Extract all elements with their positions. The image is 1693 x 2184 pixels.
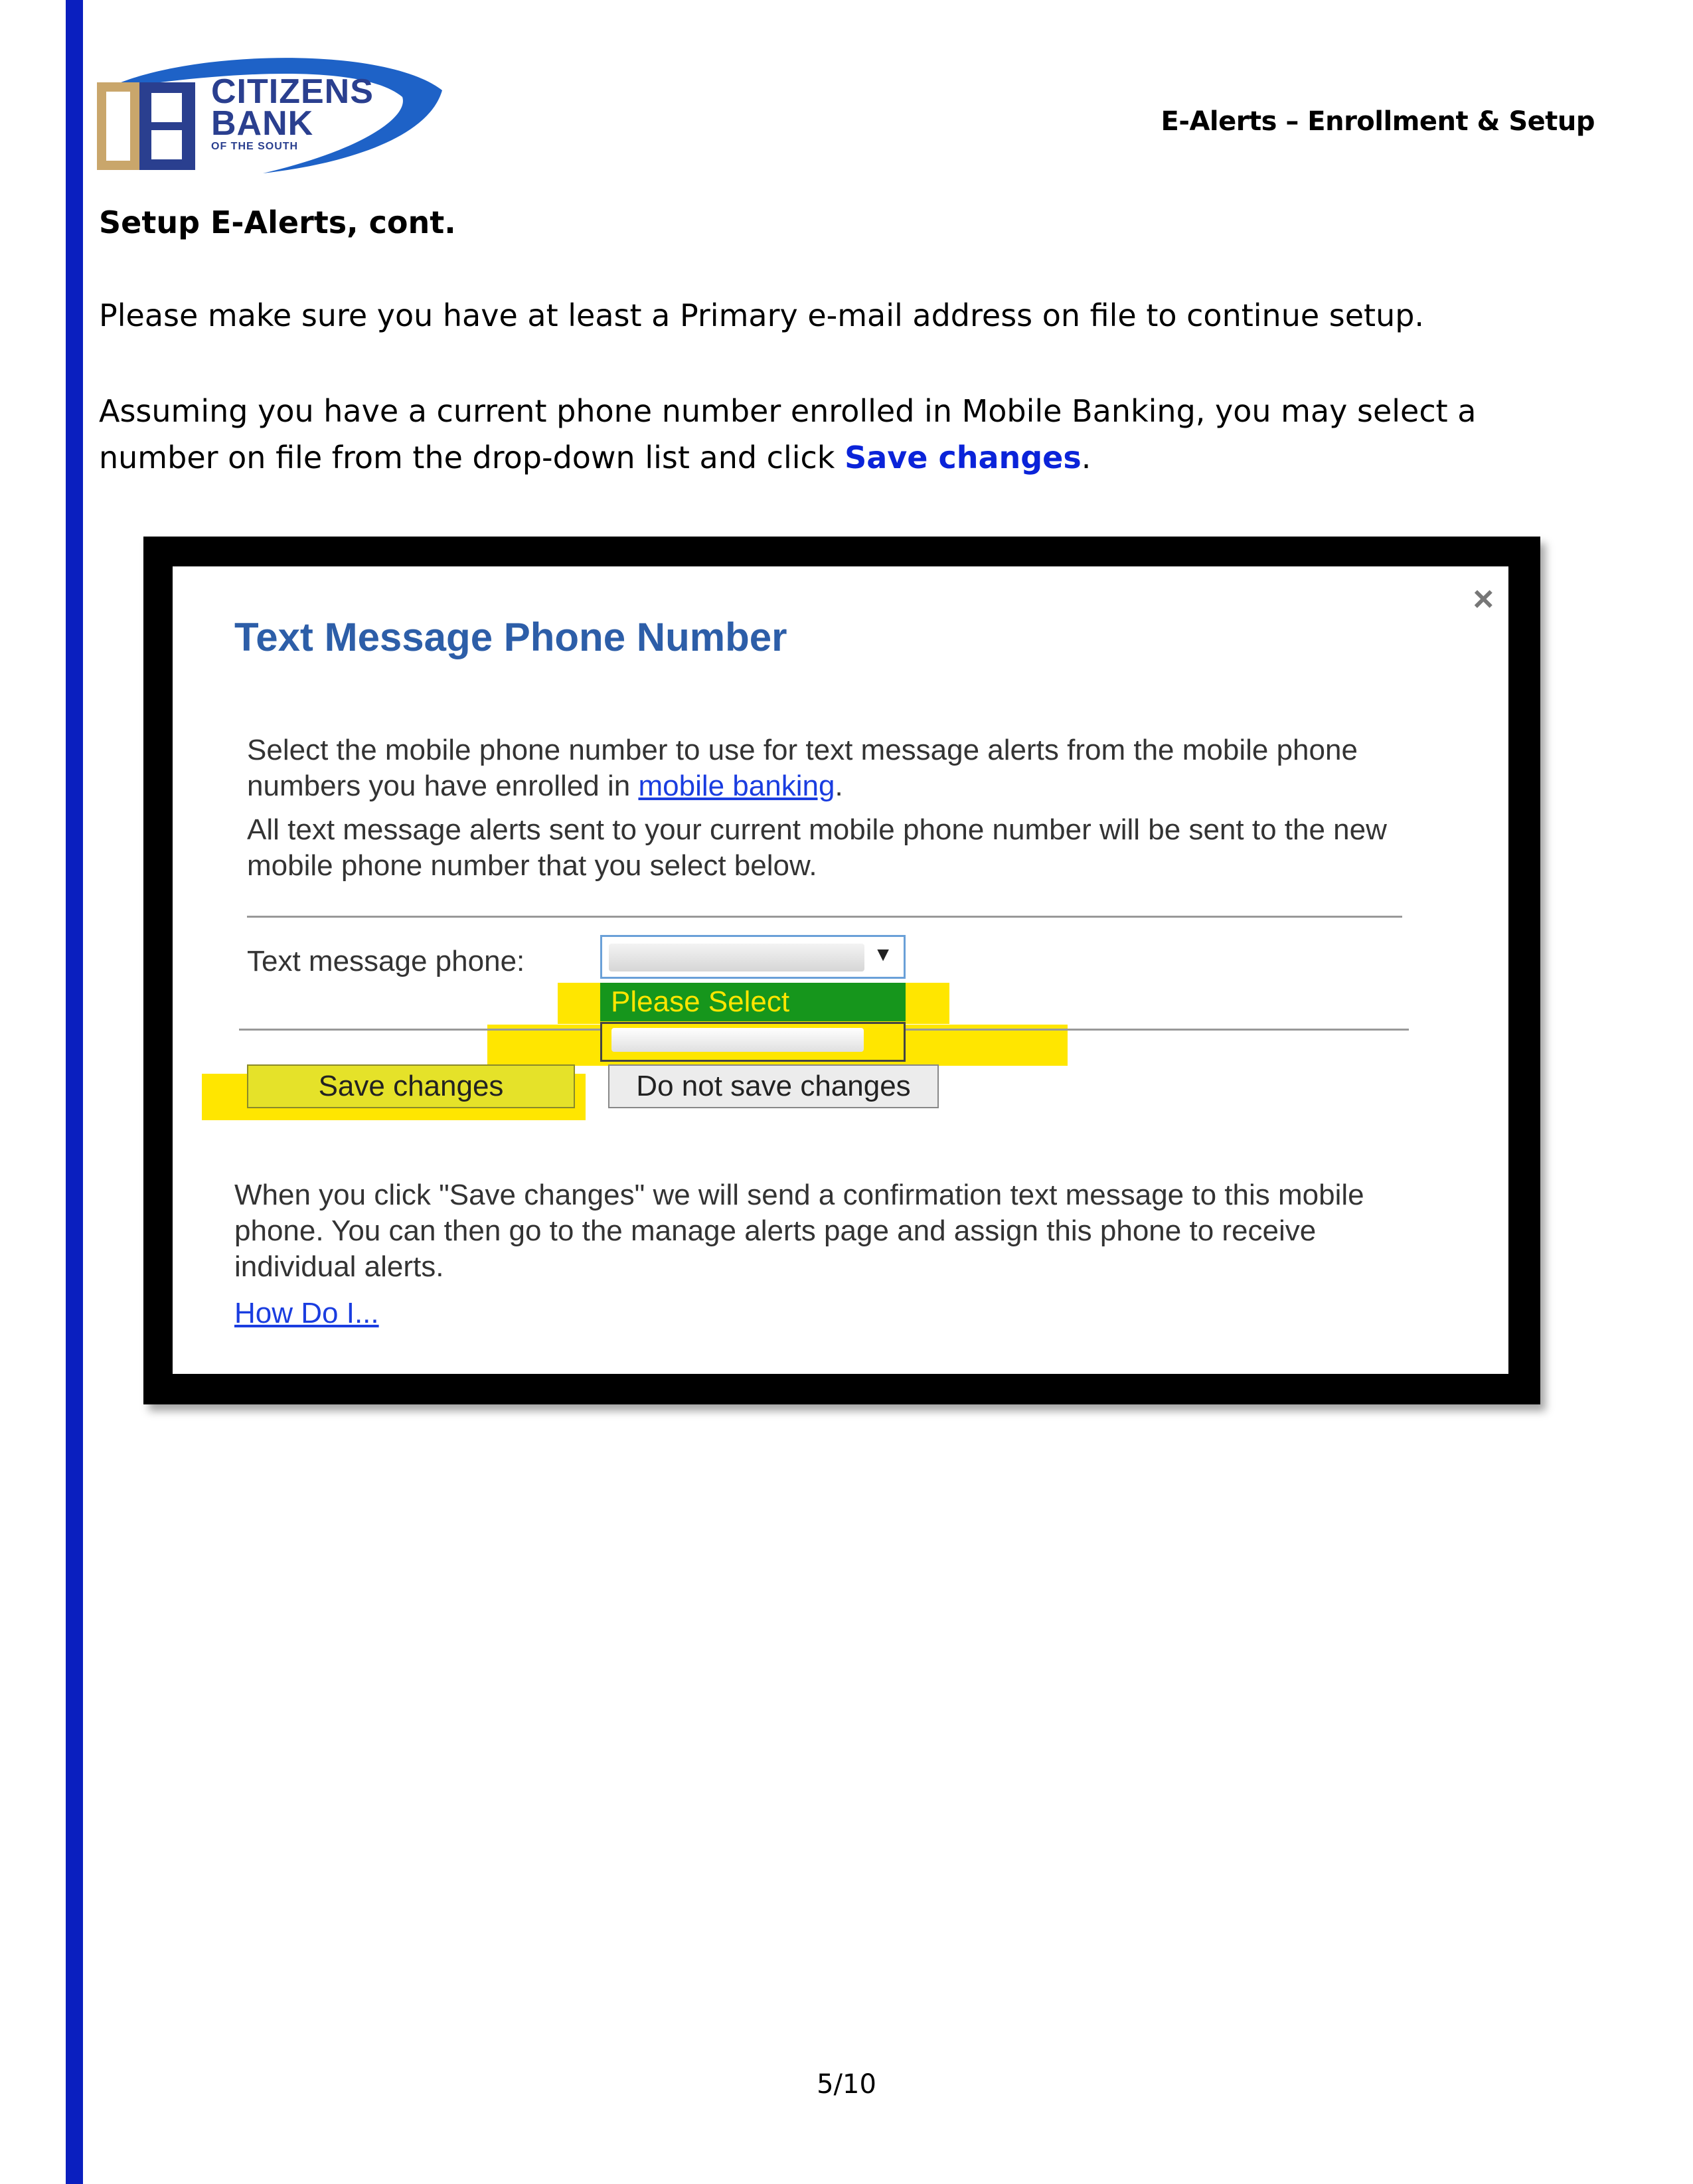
dialog-title: Text Message Phone Number	[234, 615, 787, 659]
paragraph-end: .	[1081, 440, 1091, 475]
redacted-phone-option	[611, 1028, 864, 1052]
dropdown-option-please-select[interactable]: Please Select	[600, 983, 906, 1021]
chevron-down-icon: ▼	[873, 944, 893, 966]
logo-line-south: OF THE SOUTH	[211, 141, 299, 152]
page-number: 5/10	[817, 2069, 876, 2100]
left-margin-bar	[66, 0, 83, 2184]
intro-end: .	[835, 770, 843, 802]
dialog-note: When you click "Save changes" we will se…	[234, 1179, 1364, 1283]
redacted-phone-value	[609, 944, 864, 971]
how-do-i-link[interactable]: How Do I...	[234, 1297, 379, 1330]
logo-line-bank: BANK	[211, 104, 314, 143]
logo-line-citizens: CITIZENS	[211, 72, 374, 111]
dialog-intro: Select the mobile phone number to use fo…	[247, 732, 1409, 804]
phone-select[interactable]: ▼	[600, 935, 906, 979]
divider-top	[247, 916, 1402, 918]
dialog-intro-2: All text message alerts sent to your cur…	[247, 813, 1387, 882]
paragraph-text: Assuming you have a current phone number…	[99, 393, 1477, 475]
paragraph-phone-instructions: Assuming you have a current phone number…	[99, 388, 1593, 481]
phone-label: Text message phone:	[247, 945, 525, 977]
close-icon[interactable]: ×	[1473, 578, 1494, 620]
citizens-bank-logo: CITIZENS BANK OF THE SOUTH	[97, 50, 449, 177]
do-not-save-button[interactable]: Do not save changes	[608, 1064, 939, 1108]
mobile-banking-link[interactable]: mobile banking	[638, 770, 835, 802]
text-message-phone-dialog: × Text Message Phone Number Select the m…	[173, 566, 1508, 1374]
document-header-title: E-Alerts – Enrollment & Setup	[1161, 106, 1595, 137]
logo-wordmark: CITIZENS BANK OF THE SOUTH	[211, 72, 374, 154]
dropdown-option-phone[interactable]	[600, 1022, 906, 1062]
section-title: Setup E-Alerts, cont.	[99, 205, 456, 240]
dialog-screenshot-frame: × Text Message Phone Number Select the m…	[143, 537, 1540, 1404]
paragraph-primary-email: Please make sure you have at least a Pri…	[99, 297, 1425, 333]
save-changes-emphasis: Save changes	[845, 440, 1082, 475]
save-changes-button[interactable]: Save changes	[247, 1064, 575, 1108]
